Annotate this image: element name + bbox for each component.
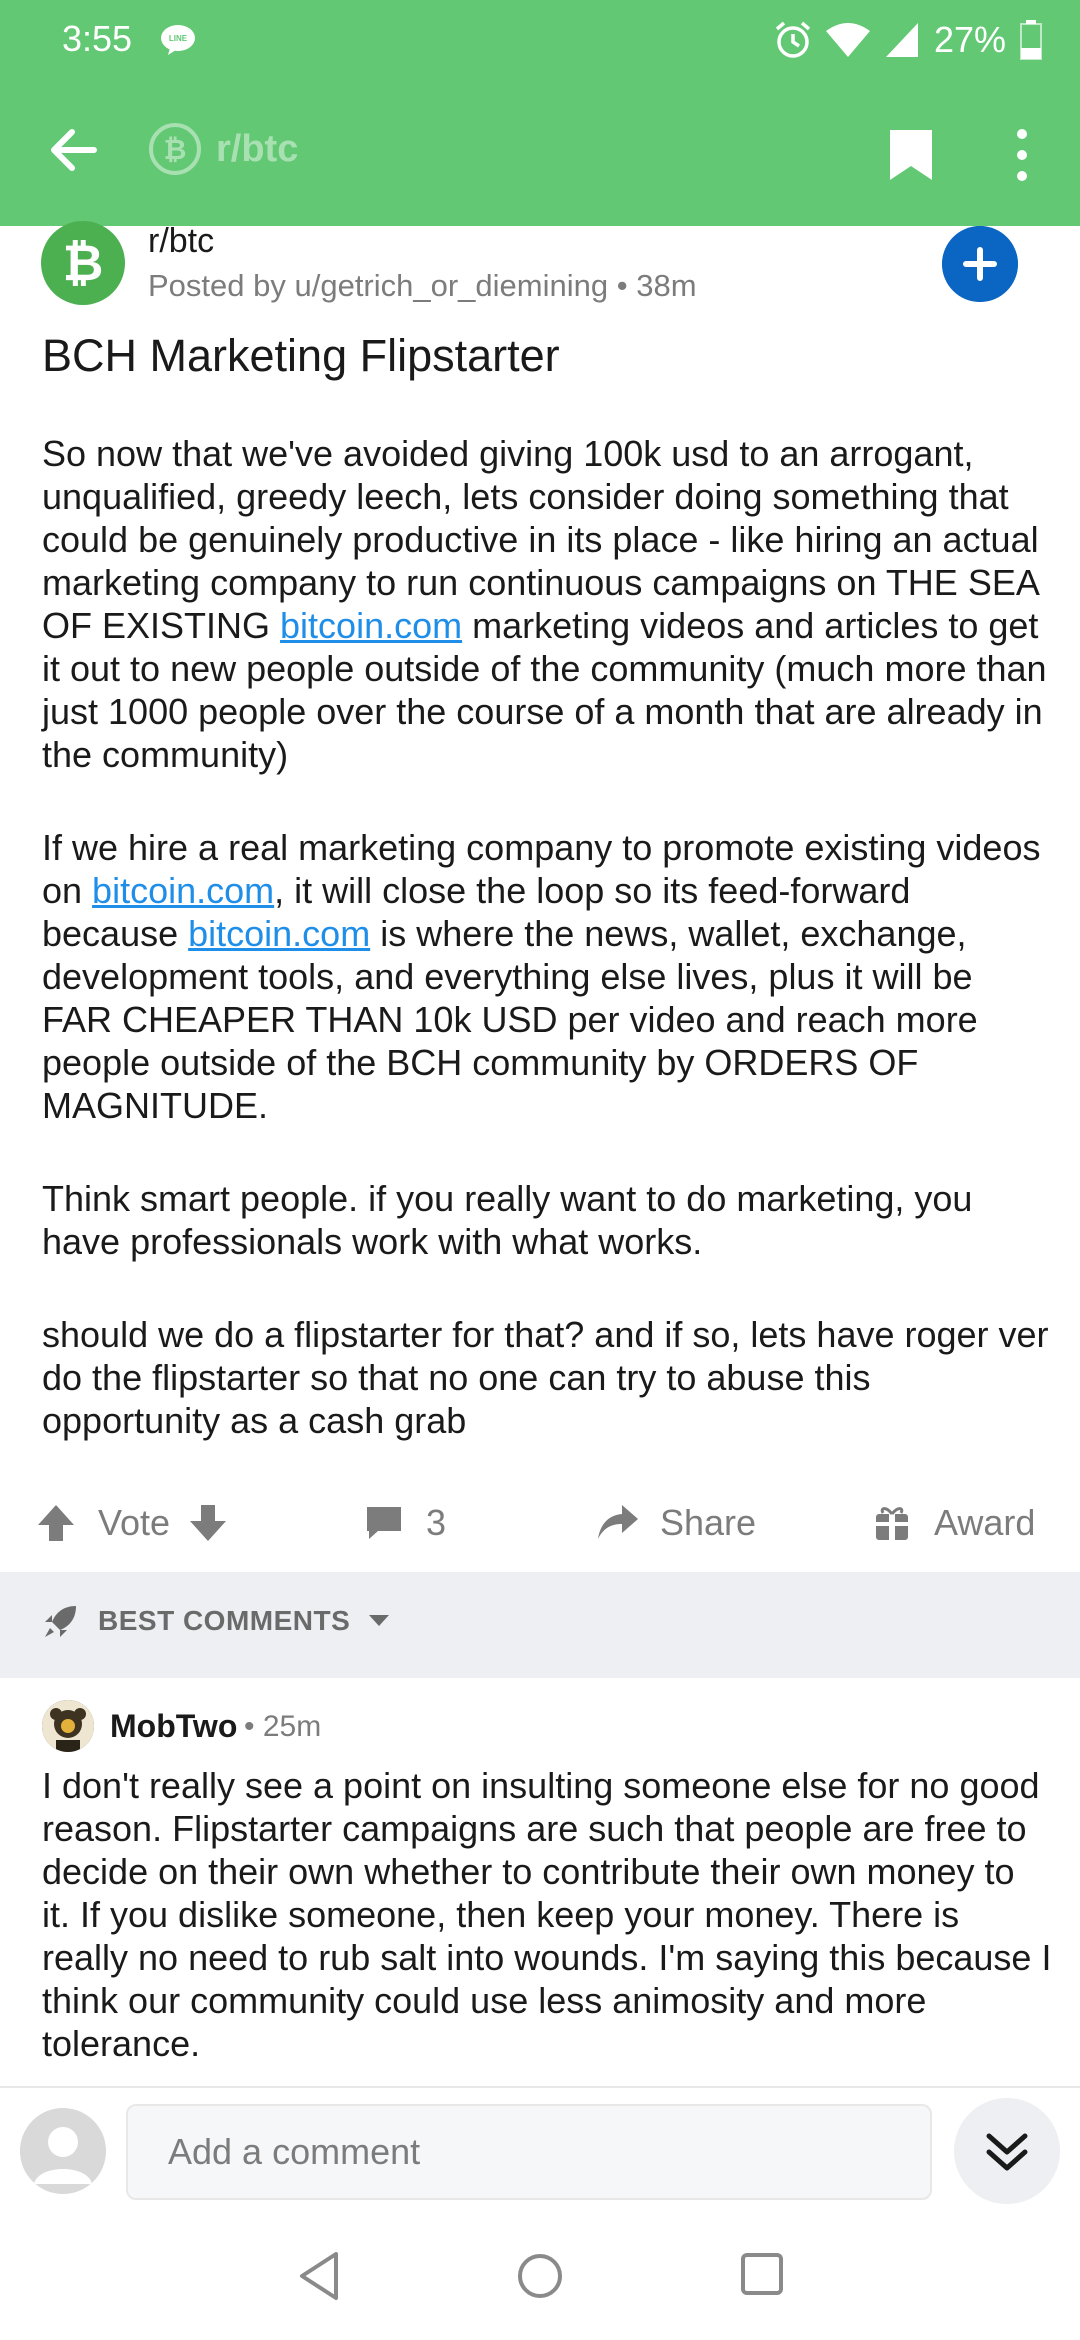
bitcoin-link[interactable]: bitcoin.com (188, 913, 370, 954)
vote-label: Vote (98, 1502, 171, 1543)
svg-text:₿: ₿ (164, 134, 187, 165)
comment-icon (367, 1507, 401, 1539)
battery-percent: 27% (933, 19, 1006, 60)
status-icons: 27% (774, 18, 1042, 62)
upvote-icon[interactable] (36, 1503, 76, 1543)
join-button[interactable] (942, 226, 1018, 302)
commenter-avatar[interactable] (42, 1700, 94, 1752)
nav-recents-icon[interactable] (740, 2252, 784, 2296)
svg-text:LINE: LINE (169, 34, 188, 43)
bitcoin-icon: ₿ (149, 123, 201, 175)
post-paragraph: should we do a flipstarter for that? and… (42, 1314, 1049, 1441)
line-app-icon: LINE (161, 25, 195, 55)
meta-separator: • (616, 268, 637, 303)
svg-text:₿: ₿ (63, 235, 104, 291)
share-icon (598, 1505, 638, 1539)
comment-author[interactable]: MobTwo (110, 1708, 237, 1745)
toolbar-subreddit[interactable]: ₿ r/btc (148, 122, 298, 176)
nav-home-icon[interactable] (516, 2252, 564, 2300)
nav-back-icon[interactable] (296, 2250, 344, 2302)
post-author[interactable]: Posted by u/getrich_or_diemining (148, 268, 608, 303)
signal-icon (885, 23, 918, 57)
more-options-icon[interactable] (1008, 126, 1036, 184)
post-action-bar: Vote 3 Share Award (0, 1488, 1080, 1558)
comments-sort-label: BEST COMMENTS (98, 1605, 351, 1636)
app-bar: 3:55 LINE 27% ₿ r/btc (0, 0, 1080, 226)
vote-group: Vote (36, 1488, 228, 1558)
comment-body: I don't really see a point on insulting … (42, 1765, 1052, 2064)
user-avatar-icon (20, 2108, 106, 2194)
gift-icon (876, 1507, 908, 1540)
post-body: So now that we've avoided giving 100k us… (42, 432, 1052, 1492)
share-button[interactable]: Share (596, 1488, 756, 1558)
subreddit-name[interactable]: r/btc (148, 222, 214, 261)
battery-icon (1020, 20, 1042, 60)
wifi-icon (825, 23, 870, 57)
post-paragraph: Think smart people. if you really want t… (42, 1178, 973, 1262)
bitcoin-link[interactable]: bitcoin.com (280, 605, 462, 646)
post-title: BCH Marketing Flipstarter (42, 330, 560, 381)
award-button[interactable]: Award (874, 1488, 1035, 1558)
toolbar-subreddit-label: r/btc (216, 127, 299, 170)
comment-composer-bar (0, 2086, 1080, 2210)
award-label: Award (934, 1502, 1036, 1543)
scroll-down-button[interactable] (954, 2098, 1060, 2204)
comments-sort-selector[interactable]: BEST COMMENTS (42, 1602, 390, 1640)
bookmark-icon[interactable] (888, 128, 934, 182)
comments-sort-bar: BEST COMMENTS (0, 1572, 1080, 1678)
bitcoin-link[interactable]: bitcoin.com (92, 870, 274, 911)
post-paragraph: If we hire a real marketing company to p… (42, 826, 1052, 1127)
system-nav-bar (0, 2220, 1080, 2340)
downvote-icon[interactable] (188, 1503, 228, 1543)
post-header: ₿ r/btc Posted by u/getrich_or_diemining… (0, 221, 1080, 316)
share-label: Share (660, 1502, 757, 1543)
rocket-icon (45, 1606, 76, 1637)
comments-count: 3 (426, 1502, 447, 1543)
toolbar: ₿ r/btc (0, 100, 1080, 210)
alarm-icon (775, 21, 811, 58)
post-paragraph: So now that we've avoided giving 100k us… (42, 432, 1052, 776)
status-bar: 3:55 LINE 27% (0, 0, 1080, 80)
post-age: 38m (636, 268, 697, 303)
post-meta: Posted by u/getrich_or_diemining • 38m (148, 268, 697, 304)
comment-age: • 25m (244, 1710, 322, 1743)
subreddit-avatar[interactable]: ₿ (40, 220, 126, 306)
back-arrow-icon[interactable] (44, 120, 104, 180)
comments-button[interactable]: 3 (364, 1488, 446, 1558)
add-comment-input[interactable] (126, 2104, 932, 2200)
chevron-down-icon (369, 1615, 390, 1626)
status-time: 3:55 (62, 18, 133, 59)
